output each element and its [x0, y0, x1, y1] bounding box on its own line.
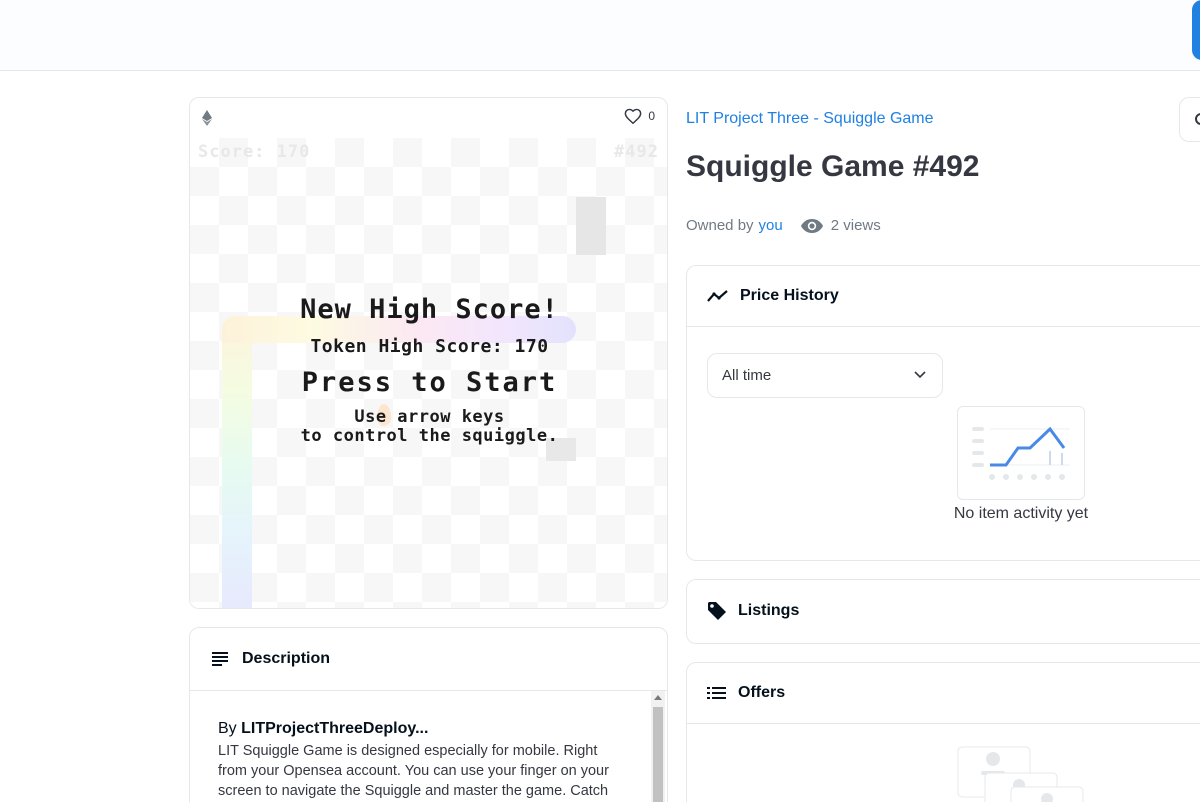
- listings-panel[interactable]: Listings: [686, 579, 1200, 644]
- description-body: By LITProjectThreeDeploy... LIT Squiggle…: [190, 691, 667, 801]
- game-preview[interactable]: Score: 170 #492 New High Score! Token Hi…: [190, 138, 667, 608]
- heart-icon[interactable]: [624, 108, 642, 124]
- top-navigation-bar: [0, 0, 1200, 71]
- media-card-header: 0: [190, 98, 667, 138]
- listings-title: Listings: [738, 601, 800, 619]
- price-history-title: Price History: [740, 287, 839, 304]
- offers-header[interactable]: Offers: [687, 663, 1200, 724]
- ethereum-icon: [202, 110, 212, 126]
- description-title: Description: [242, 650, 331, 667]
- refresh-button[interactable]: [1179, 97, 1200, 142]
- game-instructions: Use arrow keys to control the squiggle.: [190, 407, 667, 446]
- timeline-icon: [707, 290, 728, 302]
- chevron-down-icon: [914, 371, 926, 379]
- price-history-header[interactable]: Price History: [687, 266, 1200, 327]
- time-range-select[interactable]: All time: [707, 353, 943, 398]
- media-card: 0 Score: 170 #492 New High Score! Token …: [189, 97, 668, 609]
- views-text: 2 views: [830, 217, 881, 234]
- game-token-id: #492: [614, 142, 659, 162]
- owner-line: Owned by you 2 views: [686, 217, 881, 234]
- favorite-control[interactable]: 0: [624, 108, 655, 124]
- refresh-icon: [1195, 113, 1200, 125]
- scrollbar-thumb[interactable]: [653, 707, 663, 802]
- description-scrollbar[interactable]: [651, 691, 665, 802]
- game-start-prompt[interactable]: Press to Start: [190, 367, 667, 398]
- owned-by-label: Owned by: [686, 217, 754, 234]
- game-instructions-line: to control the squiggle.: [300, 426, 559, 446]
- game-token-high-score: Token High Score: 170: [310, 336, 549, 357]
- time-range-value: All time: [722, 367, 772, 384]
- owner-link[interactable]: you: [759, 217, 783, 234]
- scroll-up-icon[interactable]: [654, 695, 662, 700]
- empty-chart-illustration: [957, 406, 1085, 500]
- favorite-count: 0: [648, 109, 655, 123]
- game-instructions-line: Use arrow keys: [354, 407, 505, 427]
- subject-icon: [212, 652, 228, 666]
- views-count: 2 views: [800, 217, 881, 234]
- eye-icon: [800, 218, 823, 233]
- description-text: LIT Squiggle Game is designed especially…: [218, 743, 609, 799]
- listings-header[interactable]: Listings: [687, 580, 1200, 641]
- creator-link[interactable]: LITProjectThreeDeploy...: [241, 720, 428, 737]
- price-history-panel: Price History All time No item activity …: [686, 265, 1200, 561]
- description-card: Description By LITProjectThreeDeploy... …: [189, 627, 668, 802]
- game-headline: New High Score!: [300, 294, 559, 325]
- by-prefix: By: [218, 720, 237, 737]
- squiggle-trail: [222, 316, 252, 608]
- description-header[interactable]: Description: [190, 628, 667, 691]
- description-creator-line: By LITProjectThreeDeploy...: [218, 719, 621, 739]
- collection-link[interactable]: LIT Project Three - Squiggle Game: [686, 110, 934, 128]
- game-score: Score: 170: [198, 142, 311, 162]
- game-obstacle: [576, 197, 606, 255]
- list-icon: [707, 687, 726, 699]
- item-title: Squiggle Game #492: [686, 150, 980, 183]
- empty-offers-illustration: [957, 746, 1084, 802]
- header-action-button[interactable]: [1192, 0, 1200, 60]
- no-activity-text: No item activity yet: [953, 505, 1089, 522]
- empty-chart-icon: [972, 426, 1070, 480]
- offers-panel: Offers: [686, 662, 1200, 802]
- tag-icon: [708, 601, 726, 620]
- offers-title: Offers: [738, 684, 786, 701]
